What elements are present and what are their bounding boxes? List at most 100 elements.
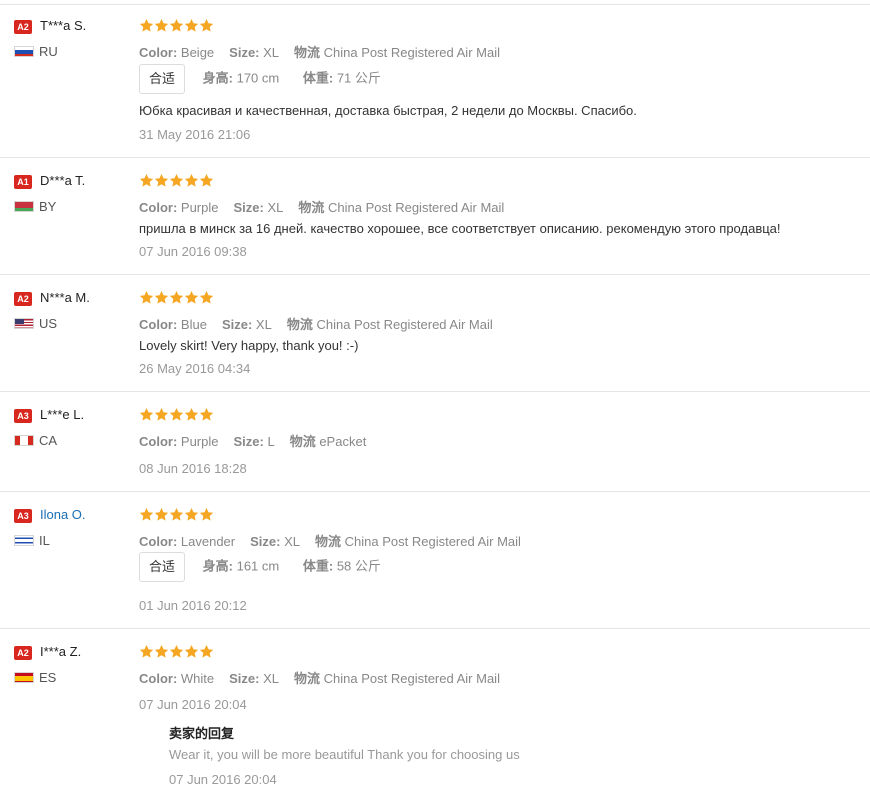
star-rating — [139, 407, 214, 423]
size-value: XL — [284, 534, 300, 549]
size-info: 合适 身高: 161 cm 体重: 58 公斤 — [139, 552, 381, 582]
review-item: A2 N***a M. US Color: Blue Size: XL 物流 Chi… — [0, 275, 870, 392]
star-icon — [154, 18, 169, 33]
reviewer-country: ES — [39, 670, 57, 685]
review-item: A1 D***a T. BY Color: Purple Size: XL 物流 C… — [0, 158, 870, 275]
color-value: Purple — [180, 200, 219, 215]
seller-reply-date: 07 Jun 2016 20:04 — [169, 772, 277, 787]
height-value: 170 cm — [236, 70, 280, 86]
seller-reply-text: Wear it, you will be more beautiful Than… — [169, 747, 520, 762]
seller-reply-title: 卖家的回复 — [169, 726, 235, 741]
star-icon — [169, 644, 184, 659]
fit-button[interactable]: 合适 — [139, 552, 185, 582]
flag-usa-icon — [14, 318, 34, 329]
flag-spain-icon — [14, 672, 34, 683]
review-text: Lovely skirt! Very happy, thank you! :-) — [139, 338, 359, 353]
star-icon — [139, 507, 154, 522]
order-attributes: Color: Lavender Size: XL 物流 China Post Reg… — [139, 534, 521, 549]
size-value: XL — [255, 317, 272, 332]
shipping-value: China Post Registered Air Mail — [323, 671, 500, 686]
shipping-value: China Post Registered Air Mail — [316, 317, 493, 332]
star-icon — [139, 644, 154, 659]
star-icon — [154, 507, 169, 522]
order-attributes: Color: Beige Size: XL 物流 China Post Regist… — [139, 45, 500, 60]
reviewer-name: D***a T. — [40, 173, 86, 188]
shipping-value: ePacket — [319, 434, 367, 449]
star-icon — [169, 407, 184, 422]
star-rating — [139, 173, 214, 189]
review-date: 26 May 2016 04:34 — [139, 361, 251, 376]
review-date: 31 May 2016 21:06 — [139, 127, 251, 142]
order-attributes: Color: White Size: XL 物流 China Post Regist… — [139, 671, 500, 686]
star-icon — [184, 407, 199, 422]
buyer-level-badge: A3 — [14, 509, 32, 523]
color-value: Lavender — [180, 534, 236, 549]
star-icon — [154, 290, 169, 305]
star-icon — [154, 173, 169, 188]
review-date: 01 Jun 2016 20:12 — [139, 598, 247, 613]
star-icon — [184, 18, 199, 33]
order-attributes: Color: Blue Size: XL 物流 China Post Registe… — [139, 317, 493, 332]
reviewer-country: RU — [39, 44, 58, 59]
star-icon — [199, 507, 214, 522]
star-icon — [199, 407, 214, 422]
star-icon — [154, 407, 169, 422]
review-date: 07 Jun 2016 09:38 — [139, 244, 247, 259]
star-rating — [139, 18, 214, 34]
star-icon — [184, 290, 199, 305]
star-icon — [184, 644, 199, 659]
reviewer-name-link[interactable]: Ilona O. — [40, 507, 86, 522]
review-item: A3 Ilona O. IL Color: Lavender Size: XL 物流… — [0, 492, 870, 629]
star-icon — [139, 173, 154, 188]
shipping-value: China Post Registered Air Mail — [328, 200, 505, 215]
shipping-value: China Post Registered Air Mail — [323, 45, 500, 60]
weight-value: 71 公斤 — [336, 70, 381, 86]
flag-belarus-icon — [14, 201, 34, 212]
star-rating — [139, 290, 214, 306]
review-date: 08 Jun 2016 18:28 — [139, 461, 247, 476]
shipping-value: China Post Registered Air Mail — [344, 534, 521, 549]
buyer-level-badge: A1 — [14, 175, 32, 189]
star-icon — [139, 407, 154, 422]
size-value: XL — [263, 671, 280, 686]
buyer-level-badge: A3 — [14, 409, 32, 423]
reviewer-name: N***a M. — [40, 290, 90, 305]
reviewer-country: US — [39, 316, 58, 331]
flag-canada-icon — [14, 435, 34, 446]
reviewer-name: T***a S. — [40, 18, 87, 33]
flag-israel-icon — [14, 535, 34, 546]
color-value: Purple — [180, 434, 219, 449]
review-date: 07 Jun 2016 20:04 — [139, 697, 247, 712]
star-icon — [154, 644, 169, 659]
fit-button[interactable]: 合适 — [139, 64, 185, 94]
color-value: Blue — [180, 317, 207, 332]
order-attributes: Color: Purple Size: L 物流 ePacket — [139, 434, 367, 449]
reviewer-country: CA — [39, 433, 58, 448]
order-attributes: Color: Purple Size: XL 物流 China Post Regis… — [139, 200, 505, 215]
star-rating — [139, 644, 214, 660]
buyer-level-badge: A2 — [14, 646, 32, 660]
review-text: Юбка красивая и качественная, доставка б… — [139, 103, 637, 118]
color-value: Beige — [180, 45, 215, 60]
flag-russia-icon — [14, 46, 34, 57]
star-rating — [139, 507, 214, 523]
review-text: пришла в минск за 16 дней. качество хоро… — [139, 221, 781, 236]
color-value: White — [180, 671, 215, 686]
reviewer-country: IL — [39, 533, 50, 548]
reviewer-country: BY — [39, 199, 57, 214]
star-icon — [184, 507, 199, 522]
reviewer-name: I***a Z. — [40, 644, 82, 659]
star-icon — [169, 507, 184, 522]
review-item: A2 I***a Z. ES Color: White Size: XL 物流 Ch… — [0, 629, 870, 802]
size-value: L — [267, 434, 275, 449]
buyer-level-badge: A2 — [14, 20, 32, 34]
star-icon — [199, 644, 214, 659]
star-icon — [199, 290, 214, 305]
star-icon — [139, 290, 154, 305]
star-icon — [139, 18, 154, 33]
height-value: 161 cm — [236, 558, 280, 574]
star-icon — [184, 173, 199, 188]
review-item: A3 L***e L. CA Color: Purple Size: L 物流 eP… — [0, 392, 870, 492]
star-icon — [169, 290, 184, 305]
review-item: A2 T***a S. RU Color: Beige Size: XL 物流 Ch… — [0, 0, 870, 158]
